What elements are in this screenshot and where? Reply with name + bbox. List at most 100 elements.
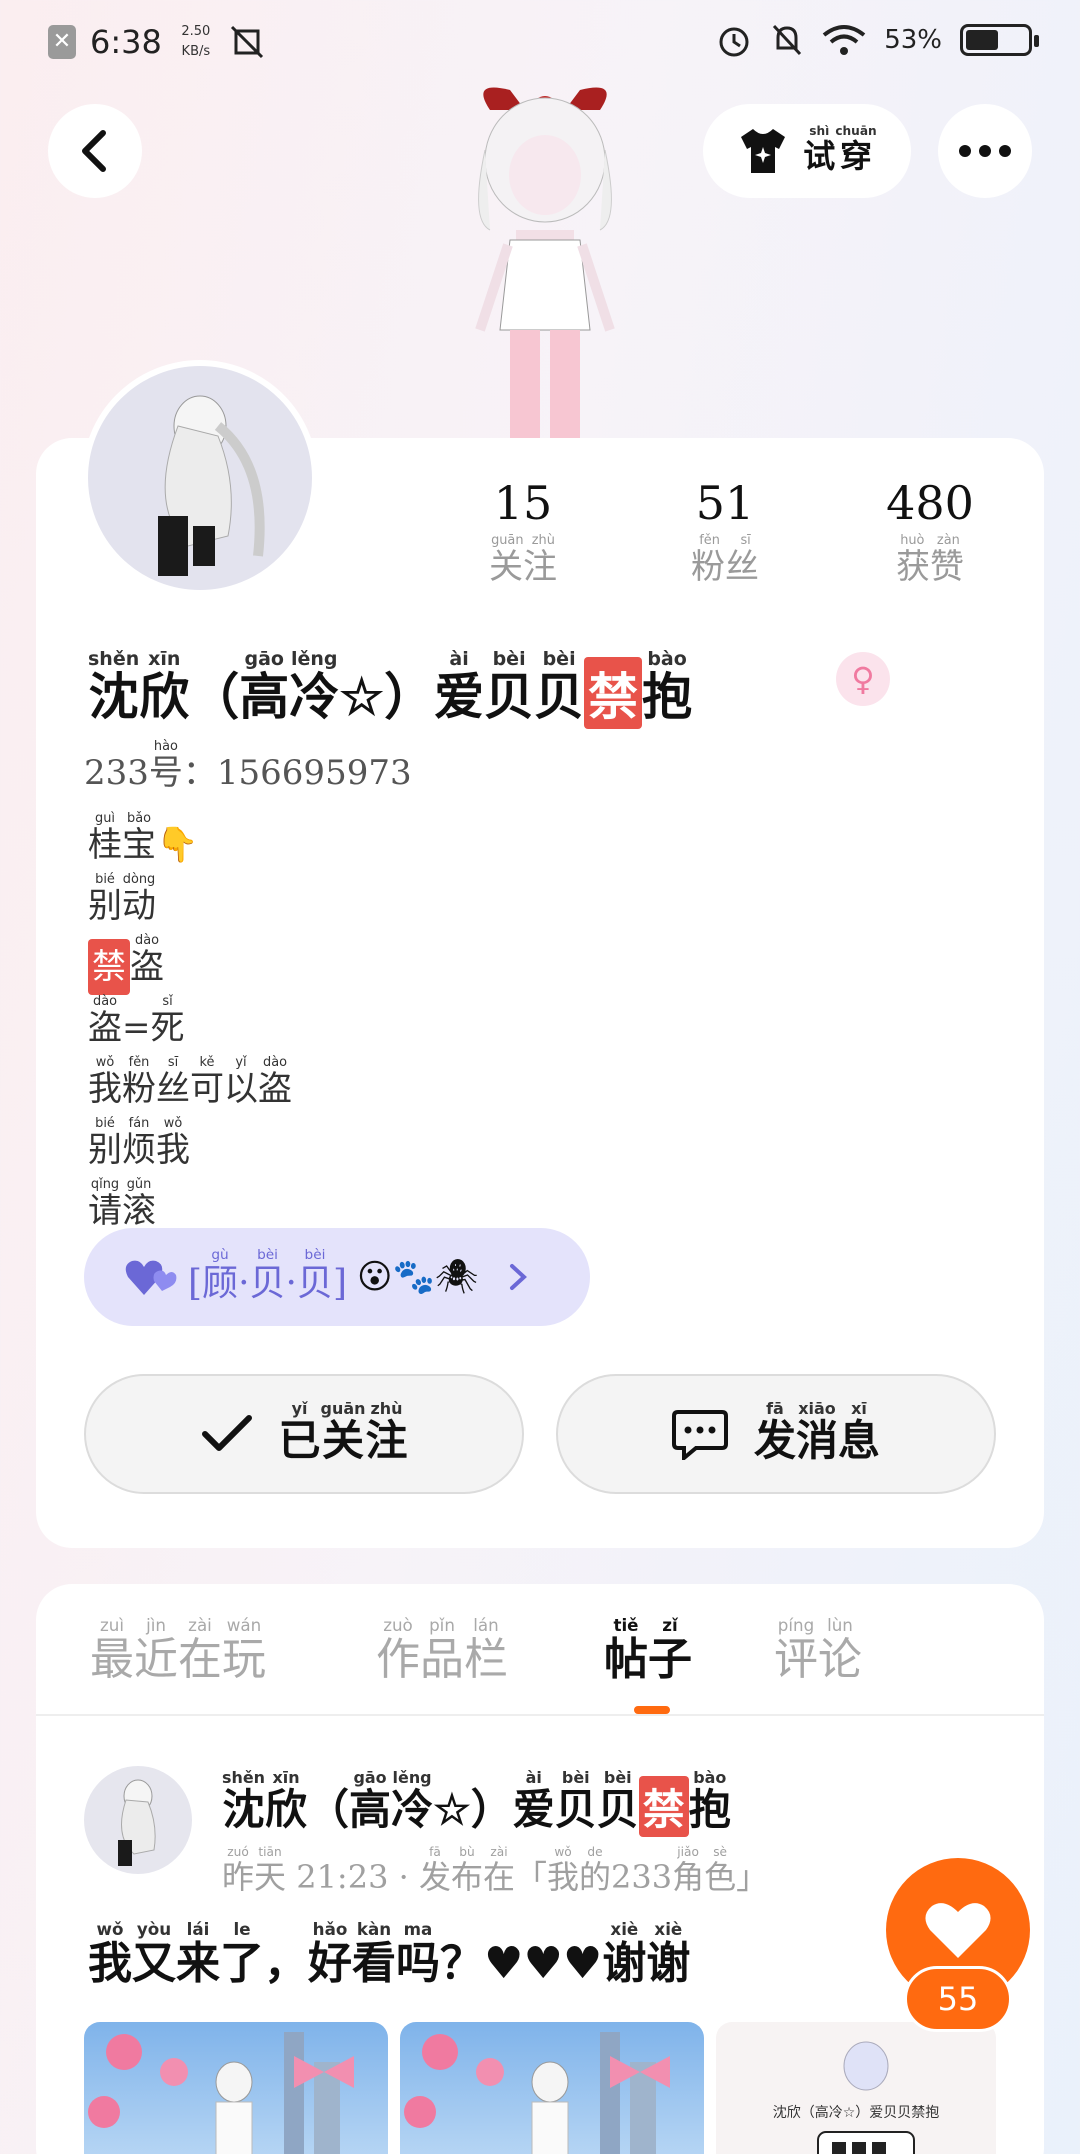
thumb-caption: 沈欣（高冷☆）爱贝贝禁抱 [772, 2105, 940, 2121]
bell-muted-icon [773, 24, 802, 56]
post-meta: 昨zuó天tiān 21:23 · 发fā布bù在zài「我wǒ的de233角j… [222, 1845, 768, 1898]
back-button[interactable] [48, 104, 142, 198]
post-meta-char: 天tiān [254, 1845, 287, 1896]
bio-char: 滚gǔn [122, 1177, 156, 1231]
tab-char: 品pǐn [420, 1615, 464, 1685]
post-image[interactable] [84, 2022, 388, 2154]
username-char: 禁 [584, 657, 643, 729]
club-badge[interactable]: [顾gù·贝bèi·贝bèi] 😮🐾🕷 [84, 1228, 590, 1326]
tab-works[interactable]: 作zuò品pǐn栏lán [376, 1615, 508, 1687]
username-char: 抱bào [642, 648, 693, 726]
bio-char: 我wǒ [88, 1055, 122, 1109]
post-text-char: 我wǒ [88, 1919, 132, 1989]
username: 沈shěn欣xīn（高gāo冷lěng☆）爱ài贝bèi贝bèi禁抱bào [88, 648, 693, 729]
bio-char: 丝sī [156, 1055, 190, 1109]
username-char: 贝bèi [534, 648, 585, 726]
screenshot-off-icon [230, 25, 263, 59]
avatar[interactable] [82, 360, 318, 596]
username-char: ☆ [339, 667, 385, 726]
club-name: [顾gù·贝bèi·贝bèi] [188, 1247, 348, 1306]
bio-char: 我wǒ [156, 1116, 190, 1170]
chevron-right-icon [510, 1264, 527, 1290]
bio-char: 别bié [88, 1116, 122, 1170]
tab-char: 评píng [774, 1615, 818, 1685]
post-image[interactable] [400, 2022, 704, 2154]
post-meta-char: 布bù [450, 1845, 483, 1896]
tab-posts[interactable]: 帖tiě子zǐ [604, 1615, 692, 1687]
battery-percent: 53% [884, 25, 942, 55]
username-char: 爱ài [434, 648, 485, 726]
bio-line: 桂guì宝bǎo👇 [88, 811, 292, 873]
post-text-char: ， [264, 1938, 308, 1989]
chat-bubble-icon [671, 1410, 728, 1460]
tab-char: 作zuò [376, 1615, 420, 1685]
club-char: · [238, 1263, 250, 1304]
bio-line: 禁盗dào [88, 933, 292, 995]
club-char: ] [333, 1263, 348, 1304]
username-char: （ [189, 667, 240, 726]
heart-icon [925, 1903, 991, 1958]
club-char: 贝bèi [296, 1247, 333, 1304]
user-id[interactable]: 233号hào：156695973 [84, 739, 412, 794]
post-text-char: ？ [440, 1938, 484, 1989]
username-char: 高gāo [239, 648, 290, 726]
female-icon: ♀ [836, 652, 890, 706]
clock: 6:38 [90, 23, 162, 61]
post-meta-char: 21:23 · [286, 1858, 419, 1896]
post-author-char: ） [470, 1785, 513, 1834]
post-text-char: ♥♥♥ [484, 1938, 603, 1989]
bio-char: 动dòng [122, 872, 156, 926]
more-button[interactable] [938, 104, 1032, 198]
bio-char: 禁 [88, 939, 130, 995]
username-char: 欣xīn [139, 648, 190, 726]
post-text-char: 谢xiè [602, 1919, 647, 1989]
post-text-char: 来lái [176, 1919, 220, 1989]
username-char: ） [384, 667, 435, 726]
post-author-avatar[interactable] [84, 1766, 192, 1874]
stat-fans[interactable]: 51 粉丝fěn sī [645, 476, 805, 588]
post-author-char: 欣xīn [265, 1768, 308, 1834]
post-image[interactable]: 沈欣（高冷☆）爱贝贝禁抱 [716, 2022, 996, 2154]
bio-line: 我wǒ粉fěn丝sī可kě以yǐ盗dào [88, 1055, 292, 1117]
character-model[interactable] [430, 80, 660, 440]
heart-pair-icon [125, 1260, 177, 1295]
stat-following[interactable]: 15 关注guān zhù [443, 476, 603, 588]
try-on-button[interactable]: 试shì穿chuān [703, 104, 911, 198]
tab-char: 栏lán [464, 1615, 508, 1685]
bio-char: 烦fán [122, 1116, 156, 1170]
tab-comments[interactable]: 评píng论lùn [774, 1615, 862, 1687]
stat-likes[interactable]: 480 获赞huò zàn [850, 476, 1010, 588]
post-author-char: 爱ài [512, 1768, 555, 1834]
post-meta-char: 「 [514, 1858, 547, 1896]
tab-char: 最zuì [90, 1615, 134, 1685]
message-button[interactable]: 发fā消xiāo息xī [556, 1374, 996, 1494]
bio-char: 请qǐng [88, 1177, 122, 1231]
club-emojis: 😮🐾🕷 [357, 1257, 478, 1297]
post-text-char: 看kàn [352, 1919, 396, 1989]
tab-char: 帖tiě [604, 1615, 648, 1685]
post-text[interactable]: 我wǒ又yòu来lái了le，好hǎo看kàn吗ma？♥♥♥谢xiè谢xiè [88, 1919, 690, 1991]
chevron-left-icon [82, 130, 106, 172]
club-char: · [285, 1263, 297, 1304]
check-icon [201, 1415, 252, 1451]
post-author-char: 贝bèi [596, 1768, 639, 1834]
club-char: 贝bèi [249, 1247, 286, 1304]
tab-recently-played[interactable]: 最zuì近jìn在zài玩wán [90, 1615, 266, 1687]
tab-char: 子zǐ [648, 1615, 692, 1685]
following-button[interactable]: 已yǐ关guān注zhù [84, 1374, 524, 1494]
alarm-icon [719, 27, 749, 57]
post-author-char: 沈shěn [222, 1768, 266, 1834]
tab-char: 近jìn [134, 1615, 178, 1685]
bio-char: 死sǐ [150, 994, 185, 1048]
bio: 桂guì宝bǎo👇 别bié 动dòng 禁盗dào 盗dào=死sǐ 我wǒ粉fěn丝s… [88, 811, 292, 1239]
wifi-icon [822, 25, 866, 55]
status-bar: ✕ 6:38 2.50 KB/s 53% [0, 0, 1080, 90]
post-author-name[interactable]: 沈shěn欣xīn（高gāo冷lěng☆）爱ài贝bèi贝bèi禁抱bào [222, 1768, 731, 1837]
username-char: 冷lěng [289, 648, 340, 726]
bio-char: 宝bǎo [122, 811, 156, 865]
post-text-char: 吗ma [396, 1919, 440, 1989]
post-author-char: 高gāo [349, 1768, 392, 1834]
bio-line: 盗dào=死sǐ [88, 994, 292, 1056]
post-text-char: 好hǎo [308, 1919, 352, 1989]
bio-char: 可kě [190, 1055, 224, 1109]
